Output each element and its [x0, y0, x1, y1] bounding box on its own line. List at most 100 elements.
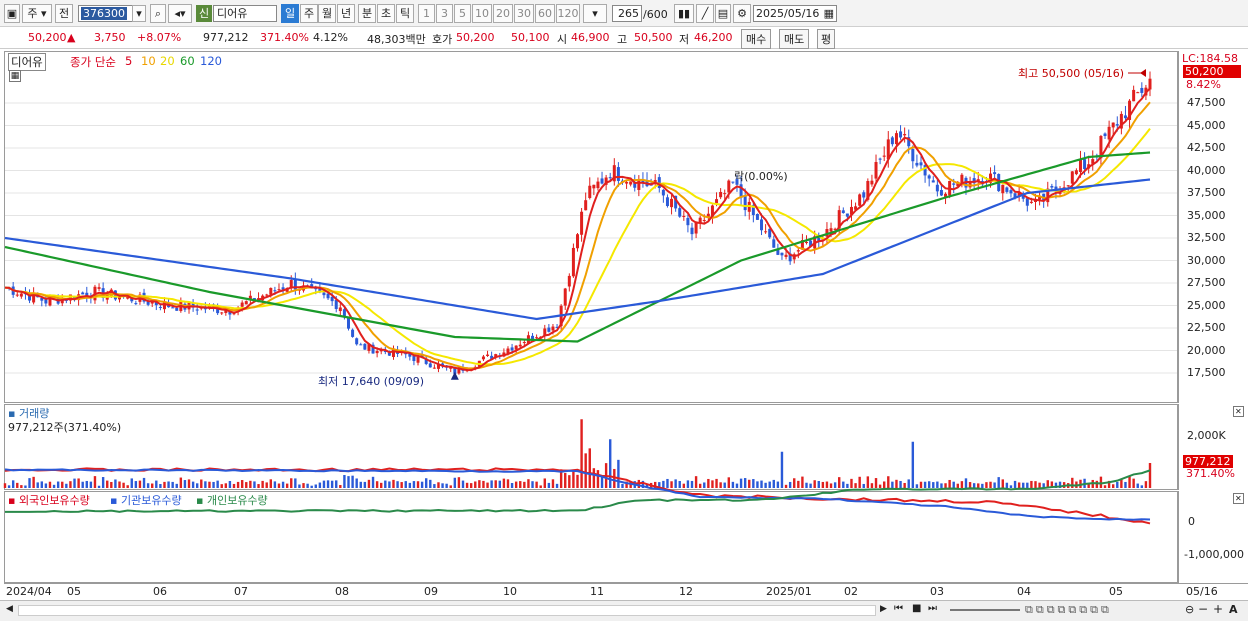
table-icon[interactable]: ▦	[9, 70, 21, 82]
candle-body	[265, 294, 269, 296]
candle-body	[481, 356, 485, 360]
event-annotation: 락(0.00%)	[734, 170, 788, 183]
volume-bar	[977, 483, 980, 488]
volume-bar	[126, 485, 129, 488]
candle-body	[269, 287, 273, 295]
volume-bar	[956, 483, 960, 488]
candle-body	[363, 343, 367, 350]
volume-bar	[1140, 485, 1144, 488]
volume-bar	[1111, 484, 1115, 488]
volume-bar	[236, 481, 240, 488]
volume-bar	[167, 481, 170, 488]
volume-bar	[77, 478, 80, 488]
volume-legend-value: 977,212주(371.40%)	[8, 421, 122, 434]
stop-icon[interactable]: ■	[912, 603, 921, 614]
volume-bar	[155, 480, 158, 488]
volume-bar	[228, 481, 232, 488]
scroll-right-icon[interactable]: ▶	[880, 604, 887, 614]
volume-bar	[294, 478, 297, 488]
volume-bar	[907, 479, 910, 488]
x-axis-tick: 05	[1109, 585, 1123, 598]
scroll-end-icon[interactable]: ⏭	[928, 603, 937, 614]
x-axis-tick: 11	[590, 585, 604, 598]
chart-canvas[interactable]	[0, 0, 1248, 600]
volume-bar	[535, 481, 538, 488]
volume-bar	[748, 479, 751, 488]
volume-bar	[527, 479, 530, 488]
volume-bar	[151, 483, 154, 488]
candle-body	[784, 254, 788, 257]
candle-body	[596, 181, 600, 189]
font-size-icon[interactable]: A	[1229, 603, 1238, 616]
volume-bar	[416, 481, 420, 488]
volume-bar	[179, 477, 183, 488]
x-axis-tick: 2025/01	[766, 585, 812, 598]
candle-body	[273, 290, 277, 292]
holdings-close-icon[interactable]: ✕	[1233, 493, 1244, 504]
volume-bar	[764, 482, 767, 488]
price-axis-tick: 37,500	[1187, 186, 1226, 199]
scroll-start-icon[interactable]: ⏮	[894, 603, 903, 614]
x-axis-tick: 2024/04	[6, 585, 52, 598]
volume-bar	[568, 475, 571, 488]
candle-body	[870, 180, 874, 185]
volume-bar	[478, 480, 481, 488]
candle-body	[805, 242, 808, 244]
volume-bar	[731, 481, 735, 488]
volume-bar	[469, 483, 473, 488]
volume-bar	[339, 484, 342, 488]
candle-body	[764, 231, 768, 233]
view-tools-icons[interactable]: ⧉⧉⧉⧉⧉⧉⧉⧉	[1025, 603, 1112, 617]
volume-bar	[474, 481, 477, 488]
price-axis-tick: 17,500	[1187, 366, 1226, 379]
volume-bar	[318, 482, 322, 488]
volume-bar	[441, 483, 444, 488]
volume-bar	[273, 481, 277, 488]
candle-body	[522, 342, 526, 344]
volume-bar	[359, 481, 362, 488]
volume-bar	[899, 480, 902, 488]
volume-bar	[461, 480, 465, 488]
minus-icon[interactable]: −	[1198, 602, 1208, 616]
candle-body	[322, 292, 326, 296]
x-axis-tick: 07	[234, 585, 248, 598]
volume-bar	[1030, 480, 1033, 488]
volume-bar	[694, 476, 698, 488]
volume-bar	[261, 480, 264, 488]
candle-body	[1140, 87, 1144, 93]
zoom-slider[interactable]	[950, 609, 1020, 611]
volume-bar	[743, 478, 747, 488]
volume-bar	[200, 479, 203, 488]
price-axis-tick: 40,000	[1187, 163, 1226, 177]
candle-body	[1148, 78, 1152, 90]
candle-body	[874, 162, 878, 179]
volume-bar	[506, 479, 510, 488]
volume-bar	[245, 482, 248, 488]
volume-bar	[870, 483, 874, 488]
candle-body	[1025, 198, 1029, 206]
volume-bar	[1128, 476, 1131, 488]
volume-bar	[968, 482, 972, 488]
scroll-left-icon[interactable]: ◀	[6, 604, 13, 614]
scrollbar-track[interactable]	[18, 605, 876, 616]
candle-body	[915, 162, 919, 166]
candle-body	[134, 303, 138, 305]
candle-body	[670, 198, 674, 208]
zoom-out-icon[interactable]: ⊖	[1185, 603, 1194, 616]
x-axis-tick: 04	[1017, 585, 1031, 598]
volume-bar	[609, 439, 612, 488]
plus-icon[interactable]: +	[1213, 602, 1223, 616]
volume-bar	[719, 482, 722, 488]
volume-close-icon[interactable]: ✕	[1233, 406, 1244, 417]
volume-bar	[306, 483, 309, 488]
volume-bar	[993, 482, 996, 488]
candle-body	[772, 239, 776, 248]
candle-body	[1001, 184, 1005, 194]
volume-bar	[564, 473, 567, 488]
bottom-bar: ◀ ▶ ⏮ ■ ⏭ ⧉⧉⧉⧉⧉⧉⧉⧉ ⊖ − + A	[0, 600, 1248, 621]
legend-ma-label: 종가 단순	[70, 55, 116, 69]
volume-bar	[355, 478, 358, 488]
volume-bar	[171, 481, 174, 488]
price-axis-tick: 27,500	[1187, 276, 1226, 289]
volume-bar	[936, 481, 939, 488]
